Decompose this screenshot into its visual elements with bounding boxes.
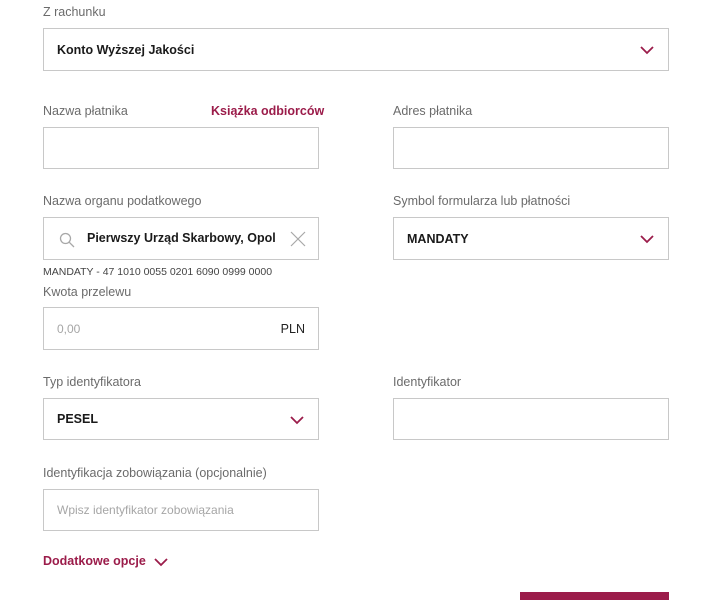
tax-office-value: Pierwszy Urząd Skarbowy, Opol [87,231,276,245]
chevron-down-icon [154,555,168,567]
chevron-down-icon [640,44,654,56]
submit-button[interactable] [520,592,669,600]
source-account-select[interactable]: Konto Wyższej Jakości [43,28,669,71]
payer-name-input[interactable] [43,127,319,169]
clear-icon[interactable] [289,230,307,248]
id-type-value: PESEL [57,412,98,426]
tax-office-label: Nazwa organu podatkowego [43,194,202,208]
chevron-down-icon [640,233,654,245]
address-book-link[interactable]: Książka odbiorców [211,104,324,118]
amount-label: Kwota przelewu [43,285,132,299]
amount-input[interactable]: 0,00 PLN [43,307,319,350]
obligation-id-label: Identyfikacja zobowiązania (opcjonalnie) [43,466,267,480]
obligation-id-placeholder: Wpisz identyfikator zobowiązania [57,503,234,517]
id-type-label: Typ identyfikatora [43,375,141,389]
payer-address-input[interactable] [393,127,669,169]
obligation-id-input[interactable]: Wpisz identyfikator zobowiązania [43,489,319,531]
search-icon [59,232,75,248]
currency-label: PLN [280,322,305,336]
chevron-down-icon [290,414,304,426]
extra-options-toggle[interactable]: Dodatkowe opcje [43,554,168,568]
form-symbol-label: Symbol formularza lub płatności [393,194,571,208]
tax-office-account-info: MANDATY - 47 1010 0055 0201 6090 0999 00… [43,266,273,278]
form-symbol-select[interactable]: MANDATY [393,217,669,260]
tax-office-search-input[interactable]: Pierwszy Urząd Skarbowy, Opol [43,217,319,260]
amount-placeholder: 0,00 [57,321,81,336]
identifier-input[interactable] [393,398,669,440]
form-symbol-value: MANDATY [407,231,469,246]
id-type-select[interactable]: PESEL [43,398,319,440]
identifier-label: Identyfikator [393,375,462,389]
source-account-value: Konto Wyższej Jakości [57,42,195,57]
extra-options-label: Dodatkowe opcje [43,554,146,568]
payer-name-label: Nazwa płatnika [43,104,128,118]
source-account-label: Z rachunku [43,5,106,19]
payer-address-label: Adres płatnika [393,104,473,118]
